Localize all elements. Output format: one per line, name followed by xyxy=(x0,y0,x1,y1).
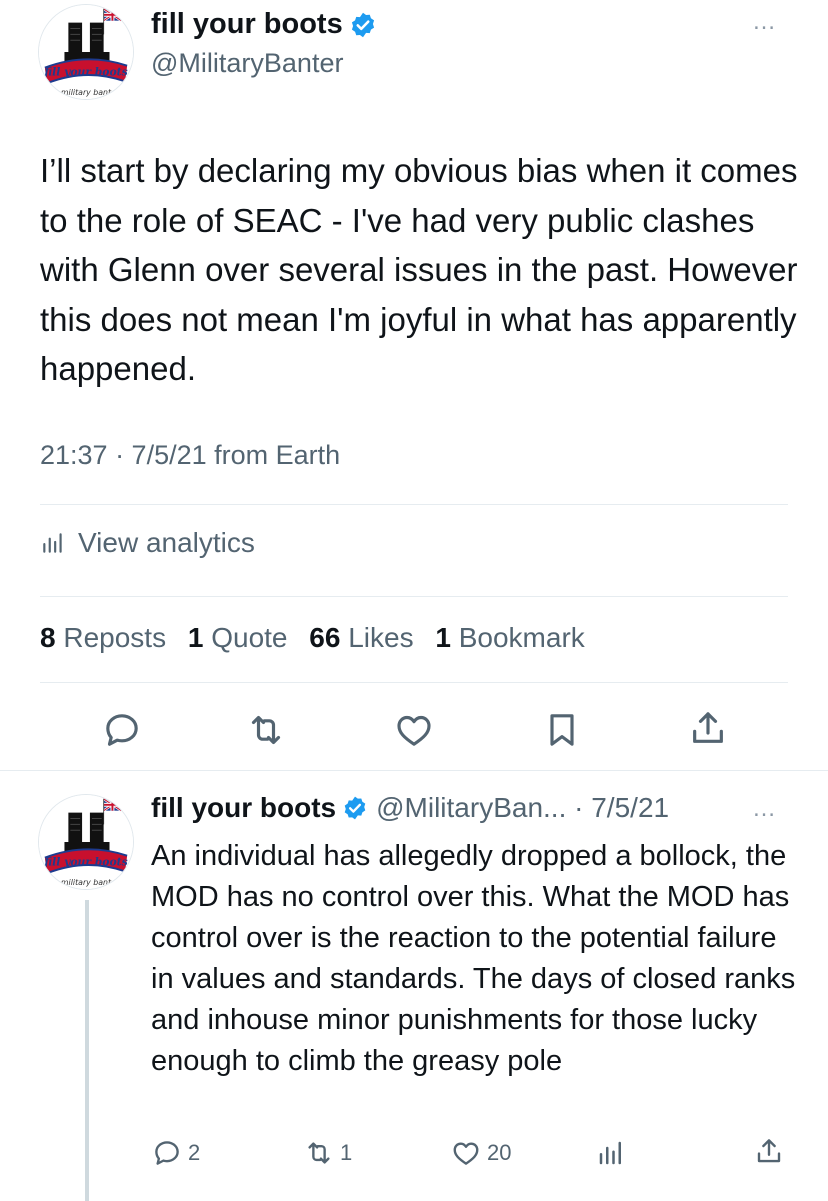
repost-icon xyxy=(308,1142,330,1164)
reply-reposts-count: 1 xyxy=(340,1140,353,1165)
reply-share-button[interactable] xyxy=(754,1136,790,1166)
boots-logo-icon: fill your boots military bant xyxy=(39,5,133,99)
likes-label: Likes xyxy=(348,622,414,653)
reposts-count: 8 xyxy=(40,622,56,653)
reply-tweet-text: An individual has allegedly dropped a bo… xyxy=(151,840,796,1077)
reply-reply-button[interactable]: 2 xyxy=(152,1138,200,1168)
likes-stat[interactable]: 66 Likes xyxy=(309,622,413,653)
reposts-label: Reposts xyxy=(63,622,167,653)
svg-text:fill your boots: fill your boots xyxy=(43,856,127,869)
reply-author-avatar[interactable]: fill your boots military bant xyxy=(38,794,134,890)
reply-icon xyxy=(106,714,138,746)
engagement-stats: 8 Reposts 1 Quote 66 Likes 1 Bookmark xyxy=(40,622,599,654)
author-name-row: fill your boots xyxy=(151,8,377,41)
verified-badge-icon xyxy=(351,12,374,37)
view-analytics-link[interactable]: View analytics xyxy=(40,527,255,559)
likes-count: 66 xyxy=(309,622,341,653)
quotes-stat[interactable]: 1 Quote xyxy=(188,622,288,653)
author-display-name[interactable]: fill your boots xyxy=(151,8,343,41)
reply-repost-button[interactable]: 1 xyxy=(304,1138,352,1168)
svg-text:fill your boots: fill your boots xyxy=(43,66,127,79)
share-icon xyxy=(757,1139,781,1163)
section-divider xyxy=(0,770,828,771)
tweet-text: I’ll start by declaring my obvious bias … xyxy=(40,152,798,387)
reply-like-button[interactable]: 20 xyxy=(451,1138,511,1168)
like-button[interactable] xyxy=(394,710,434,750)
divider xyxy=(40,682,788,683)
bookmarks-label: Bookmark xyxy=(458,622,585,653)
reply-analytics-button[interactable] xyxy=(596,1138,632,1168)
view-analytics-label: View analytics xyxy=(78,527,255,558)
bookmarks-count: 1 xyxy=(435,622,451,653)
reply-icon xyxy=(155,1141,179,1165)
divider xyxy=(40,596,788,597)
repost-icon xyxy=(251,715,281,745)
reply-header: fill your boots @MilitaryBan... · 7/5/21 xyxy=(151,792,669,824)
svg-text:military bant: military bant xyxy=(61,878,112,887)
reply-author-display-name[interactable]: fill your boots xyxy=(151,792,336,824)
share-button[interactable] xyxy=(688,708,728,748)
like-icon xyxy=(453,1142,479,1165)
reply-more-options-icon[interactable]: … xyxy=(752,797,777,821)
share-icon xyxy=(693,712,723,743)
quotes-label: Quote xyxy=(211,622,288,653)
author-handle[interactable]: @MilitaryBanter xyxy=(151,48,343,79)
reply-likes-count: 20 xyxy=(487,1140,512,1165)
quotes-count: 1 xyxy=(187,622,204,653)
tweet-timestamp[interactable]: 21:37 · 7/5/21 from Earth xyxy=(40,440,340,471)
reposts-stat[interactable]: 8 Reposts xyxy=(40,622,166,653)
bookmark-button[interactable] xyxy=(542,710,582,750)
verified-badge-icon xyxy=(344,796,366,820)
repost-button[interactable] xyxy=(246,710,286,750)
reply-replies-count: 2 xyxy=(188,1140,201,1165)
divider xyxy=(40,504,788,505)
author-avatar[interactable]: fill your boots military bant xyxy=(38,4,134,100)
bookmark-icon xyxy=(550,714,574,746)
svg-text:military bant: military bant xyxy=(61,88,112,97)
boots-logo-icon: fill your boots military bant xyxy=(39,795,133,889)
more-options-icon[interactable]: … xyxy=(752,10,777,34)
bookmarks-stat[interactable]: 1 Bookmark xyxy=(435,622,584,653)
analytics-icon xyxy=(599,1141,621,1165)
like-icon xyxy=(397,715,431,746)
analytics-icon xyxy=(43,533,62,553)
reply-handle-date[interactable]: @MilitaryBan... · 7/5/21 xyxy=(376,792,669,824)
thread-connector-line xyxy=(85,900,89,1201)
reply-button[interactable] xyxy=(102,710,142,750)
